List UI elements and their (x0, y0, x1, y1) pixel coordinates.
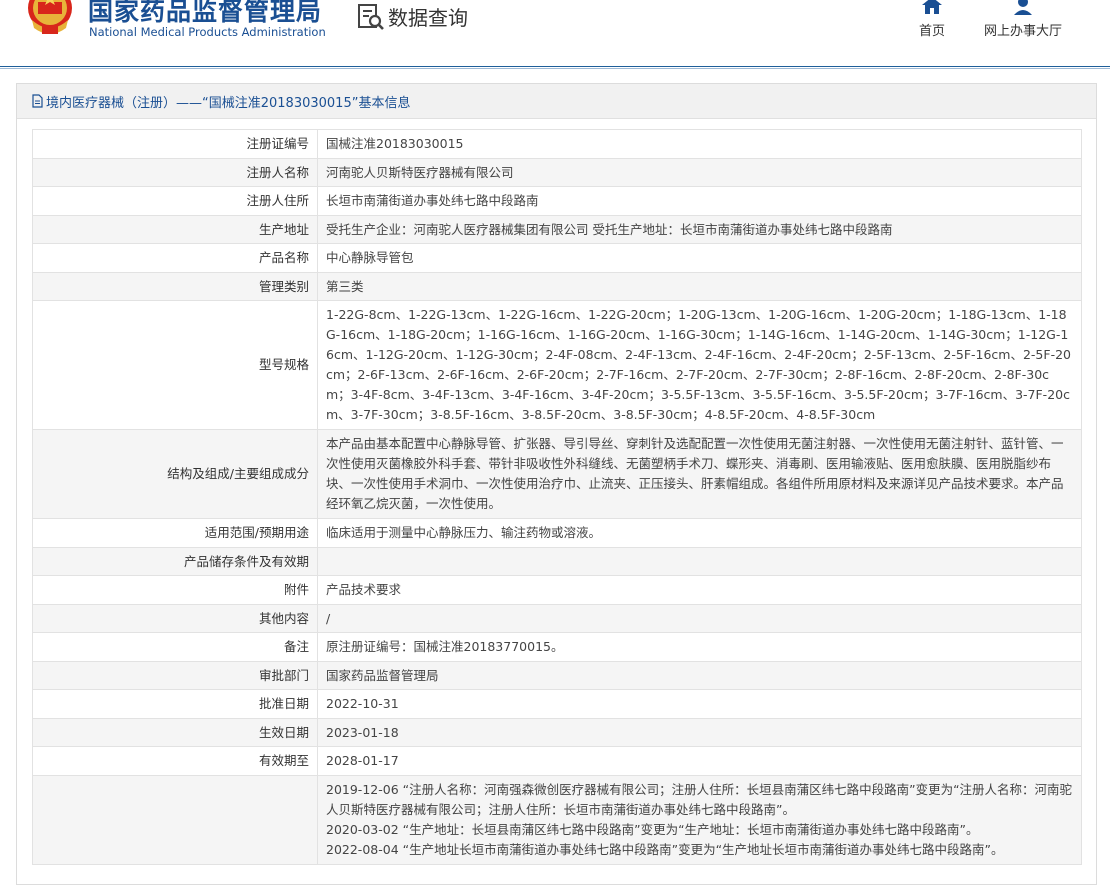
nav-online-hall-link[interactable]: 网上办事大厅 (980, 0, 1066, 39)
field-value: 2028-01-17 (317, 746, 1082, 776)
user-icon (1014, 0, 1032, 15)
detail-panel: 境内医疗器械（注册）——“国械注准20183030015”基本信息 注册证编号 … (16, 83, 1097, 885)
table-row: 注册证编号 国械注准20183030015 (32, 129, 1082, 159)
field-value: 2022-10-31 (317, 689, 1082, 719)
table-row: 结构及组成/主要组成成分 本产品由基本配置中心静脉导管、扩张器、导引导丝、穿刺针… (32, 429, 1082, 519)
change-history-value: 2019-12-06 “注册人名称：河南强森微创医疗器械有限公司；注册人住所：长… (317, 775, 1082, 865)
change-history-entry: 2019-12-06 “注册人名称：河南强森微创医疗器械有限公司；注册人住所：长… (326, 782, 1073, 817)
field-value: 本产品由基本配置中心静脉导管、扩张器、导引导丝、穿刺针及选配配置一次性使用无菌注… (317, 429, 1082, 519)
field-label: 结构及组成/主要组成成分 (32, 429, 318, 519)
table-row: 适用范围/预期用途 临床适用于测量中心静脉压力、输注药物或溶液。 (32, 518, 1082, 548)
panel-header: 境内医疗器械（注册）——“国械注准20183030015”基本信息 (17, 84, 1096, 119)
field-value: 受托生产企业：河南驼人医疗器械集团有限公司 受托生产地址：长垣市南蒲街道办事处纬… (317, 215, 1082, 244)
panel-title: 境内医疗器械（注册）——“国械注准20183030015”基本信息 (46, 95, 411, 111)
table-row: 其他内容 / (32, 604, 1082, 633)
field-label: 有效期至 (32, 746, 318, 776)
site-title-en: National Medical Products Administration (89, 25, 326, 39)
change-history-entry: 2020-03-02 “生产地址：长垣县南蒲区纬七路中段路南”变更为“生产地址：… (326, 822, 979, 837)
field-label: 注册证编号 (32, 129, 318, 159)
nav-home-label: 首页 (918, 24, 945, 39)
table-row: 注册人名称 河南驼人贝斯特医疗器械有限公司 (32, 158, 1082, 187)
table-row: 生产地址 受托生产企业：河南驼人医疗器械集团有限公司 受托生产地址：长垣市南蒲街… (32, 215, 1082, 244)
table-row: 注册人住所 长垣市南蒲街道办事处纬七路中段路南 (32, 186, 1082, 216)
field-value: 1-22G-8cm、1-22G-13cm、1-22G-16cm、1-22G-20… (317, 300, 1082, 430)
header-divider-secondary (0, 68, 1110, 69)
table-row: 型号规格 1-22G-8cm、1-22G-13cm、1-22G-16cm、1-2… (32, 300, 1082, 430)
field-label: 注册人住所 (32, 186, 318, 216)
field-value: 长垣市南蒲街道办事处纬七路中段路南 (317, 186, 1082, 216)
field-label: 型号规格 (32, 300, 318, 430)
field-label: 产品储存条件及有效期 (32, 547, 318, 576)
national-emblem-icon (28, 0, 72, 34)
field-label: 适用范围/预期用途 (32, 518, 318, 548)
table-row: 产品名称 中心静脉导管包 (32, 243, 1082, 273)
section-title: 数据查询 (388, 6, 468, 30)
field-value: 第三类 (317, 272, 1082, 301)
table-row: 2019-12-06 “注册人名称：河南强森微创医疗器械有限公司；注册人住所：长… (32, 775, 1082, 865)
header-divider (0, 66, 1110, 67)
field-label: 审批部门 (32, 661, 318, 690)
field-label: 产品名称 (32, 243, 318, 273)
table-row: 生效日期 2023-01-18 (32, 718, 1082, 747)
field-value: 中心静脉导管包 (317, 243, 1082, 273)
field-value: / (317, 604, 1082, 633)
nav-online-hall-label: 网上办事大厅 (983, 24, 1062, 39)
field-label: 附件 (32, 575, 318, 605)
table-row: 有效期至 2028-01-17 (32, 746, 1082, 776)
document-icon (32, 94, 43, 108)
field-label: 批准日期 (32, 689, 318, 719)
table-row: 附件 产品技术要求 (32, 575, 1082, 605)
table-row: 审批部门 国家药品监督管理局 (32, 661, 1082, 690)
field-label-change-history (32, 775, 318, 865)
table-row: 管理类别 第三类 (32, 272, 1082, 301)
field-value: 国家药品监督管理局 (317, 661, 1082, 690)
field-value: 临床适用于测量中心静脉压力、输注药物或溶液。 (317, 518, 1082, 548)
nav-home-link[interactable]: 首页 (910, 0, 954, 39)
table-row: 批准日期 2022-10-31 (32, 689, 1082, 719)
field-value: 河南驼人贝斯特医疗器械有限公司 (317, 158, 1082, 187)
change-history-entry: 2022-08-04 “生产地址长垣市南蒲街道办事处纬七路中段路南”变更为“生产… (326, 842, 1004, 857)
data-query-icon (358, 4, 384, 30)
site-title-cn: 国家药品监督管理局 (88, 0, 323, 26)
field-value: 国械注准20183030015 (317, 129, 1082, 159)
home-icon (922, 0, 942, 14)
table-row: 备注 原注册证编号：国械注准20183770015。 (32, 632, 1082, 662)
field-label: 管理类别 (32, 272, 318, 301)
field-label: 注册人名称 (32, 158, 318, 187)
registration-info-table: 注册证编号 国械注准20183030015 注册人名称 河南驼人贝斯特医疗器械有… (32, 129, 1082, 865)
field-label: 生产地址 (32, 215, 318, 244)
field-value: 原注册证编号：国械注准20183770015。 (317, 632, 1082, 662)
field-value: 产品技术要求 (317, 575, 1082, 605)
field-label: 备注 (32, 632, 318, 662)
field-label: 其他内容 (32, 604, 318, 633)
table-row: 产品储存条件及有效期 (32, 547, 1082, 576)
field-label: 生效日期 (32, 718, 318, 747)
field-value: 2023-01-18 (317, 718, 1082, 747)
field-value (317, 547, 1082, 576)
site-header: 国家药品监督管理局 National Medical Products Admi… (0, 0, 1110, 66)
